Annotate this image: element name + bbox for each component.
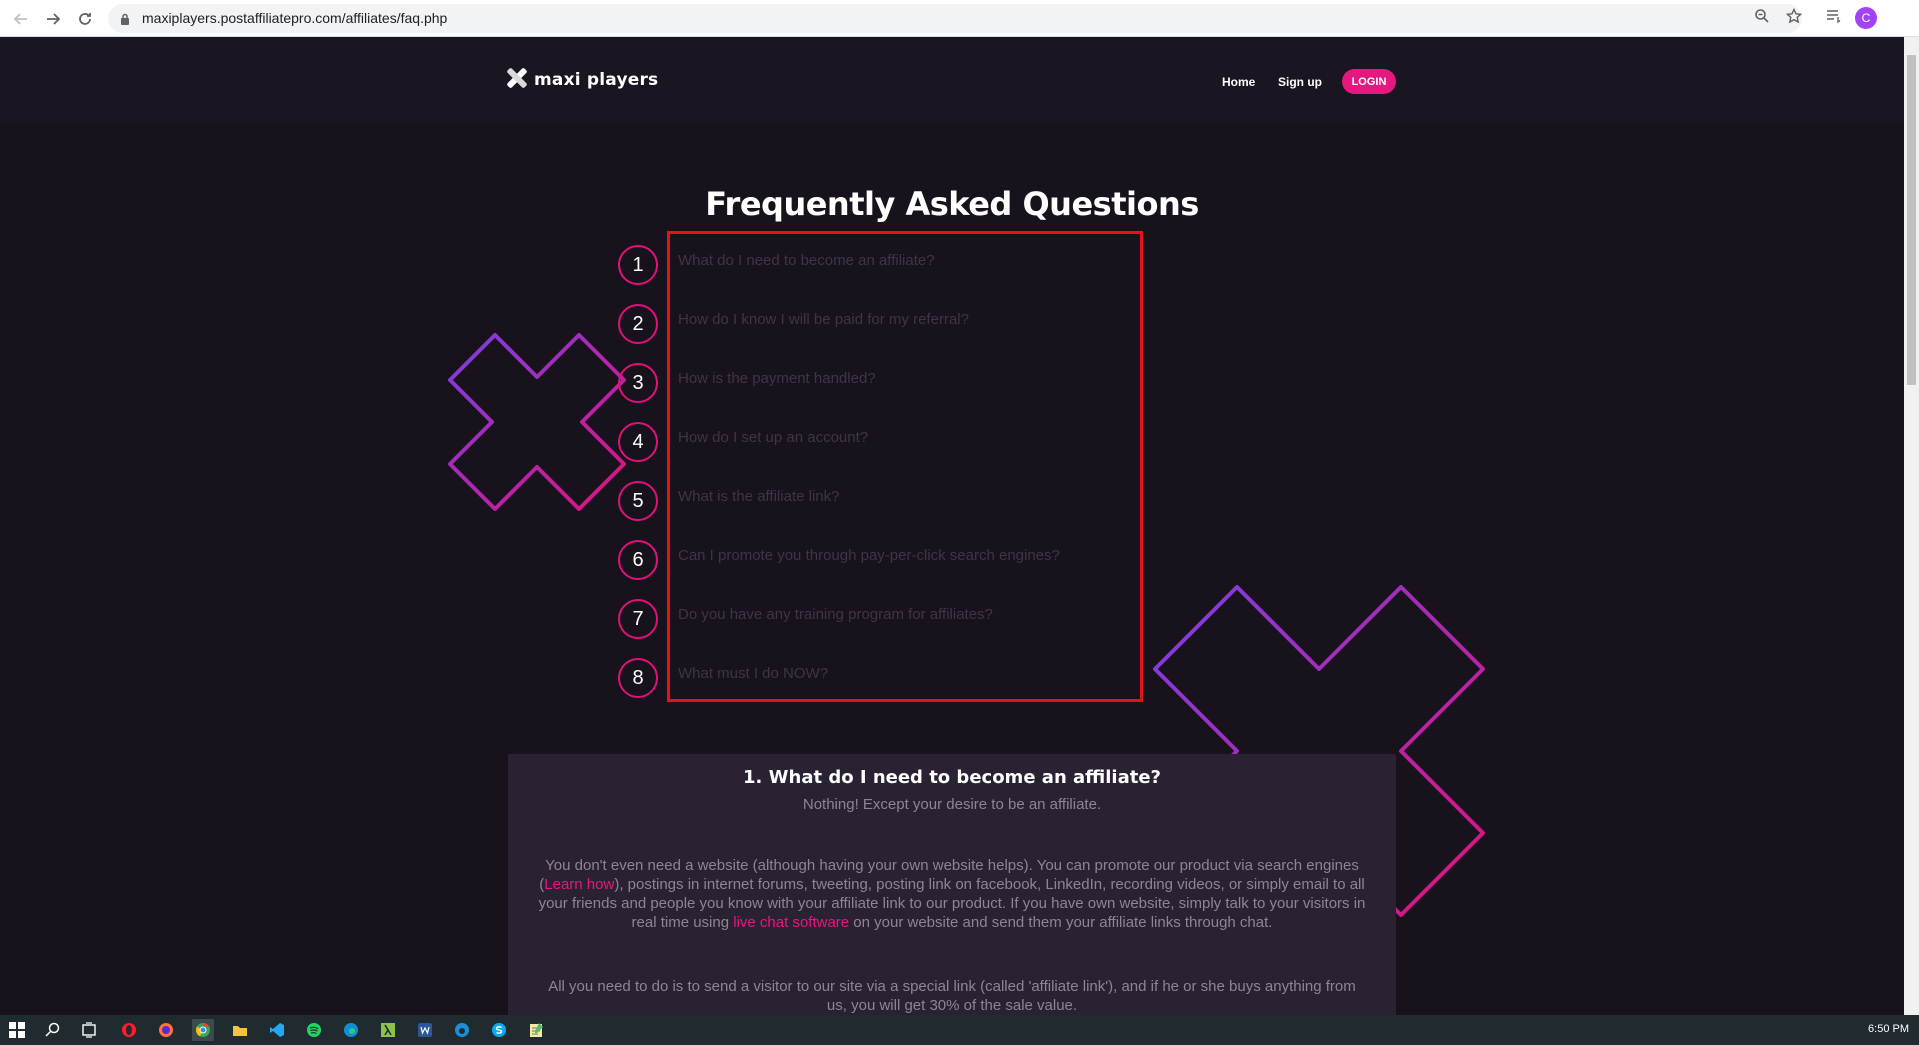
lambda-app-icon[interactable] [377, 1019, 399, 1041]
windows-taskbar: 6:50 PM [0, 1015, 1919, 1045]
file-explorer-icon[interactable] [229, 1019, 251, 1041]
question-number-5[interactable]: 5 [618, 481, 658, 521]
zoom-icon[interactable] [1754, 8, 1770, 28]
spotify-icon[interactable] [303, 1019, 325, 1041]
answer-paragraph-1: You don't even need a website (although … [538, 856, 1366, 932]
bookmark-star-icon[interactable] [1785, 7, 1803, 28]
answer-title: 1. What do I need to become an affiliate… [743, 767, 1161, 788]
edge-dev-icon[interactable] [451, 1019, 473, 1041]
lock-icon [120, 11, 130, 30]
question-number-4[interactable]: 4 [618, 422, 658, 462]
highlight-annotation-box [667, 231, 1143, 702]
skype-icon[interactable] [488, 1019, 510, 1041]
faq-title: Frequently Asked Questions [705, 185, 1199, 223]
question-number-7[interactable]: 7 [618, 599, 658, 639]
word-icon[interactable] [414, 1019, 436, 1041]
search-icon[interactable] [42, 1019, 64, 1041]
learn-how-link[interactable]: Learn how [544, 876, 614, 893]
back-arrow-icon[interactable] [8, 6, 34, 32]
nav-signup-link[interactable]: Sign up [1278, 75, 1322, 89]
question-number-8[interactable]: 8 [618, 658, 658, 698]
answer-card: 1. What do I need to become an affiliate… [508, 754, 1396, 1015]
opera-icon[interactable] [118, 1019, 140, 1041]
decorative-x-left-icon [448, 333, 626, 511]
windows-start-icon[interactable] [6, 1019, 28, 1041]
vscode-icon[interactable] [266, 1019, 288, 1041]
live-chat-software-link[interactable]: live chat software [733, 914, 849, 931]
page-scrollbar[interactable] [1904, 37, 1919, 1015]
answer-subtitle: Nothing! Except your desire to be an aff… [802, 796, 1102, 813]
site-logo[interactable]: maxi players [506, 67, 658, 93]
answer-text-segment: on your website and send them your affil… [849, 914, 1273, 931]
taskbar-clock[interactable]: 6:50 PM [1868, 1023, 1909, 1035]
scrollbar-thumb[interactable] [1907, 55, 1916, 385]
page-viewport: maxi players Home Sign up LOGIN Frequent… [0, 37, 1904, 1015]
login-button[interactable]: LOGIN [1342, 69, 1396, 94]
forward-arrow-icon[interactable] [40, 6, 66, 32]
reload-icon[interactable] [72, 6, 98, 32]
task-view-icon[interactable] [78, 1019, 100, 1041]
answer-paragraph-2: All you need to do is to send a visitor … [548, 978, 1356, 1014]
question-number-2[interactable]: 2 [618, 304, 658, 344]
reading-list-icon[interactable] [1826, 8, 1842, 28]
logo-x-icon [506, 67, 528, 93]
question-number-3[interactable]: 3 [618, 363, 658, 403]
edge-icon[interactable] [340, 1019, 362, 1041]
firefox-icon[interactable] [155, 1019, 177, 1041]
url-text: maxiplayers.postaffiliatepro.com/affilia… [142, 10, 448, 26]
nav-home-link[interactable]: Home [1222, 75, 1255, 89]
address-bar[interactable]: maxiplayers.postaffiliatepro.com/affilia… [108, 4, 1802, 33]
question-number-1[interactable]: 1 [618, 245, 658, 285]
logo-text: maxi players [534, 70, 659, 90]
notepad-icon[interactable] [525, 1019, 547, 1041]
chrome-icon[interactable] [192, 1019, 214, 1041]
profile-avatar[interactable]: C [1855, 7, 1877, 29]
site-header: maxi players Home Sign up LOGIN [0, 37, 1904, 123]
browser-toolbar: maxiplayers.postaffiliatepro.com/affilia… [0, 0, 1919, 37]
question-number-6[interactable]: 6 [618, 540, 658, 580]
